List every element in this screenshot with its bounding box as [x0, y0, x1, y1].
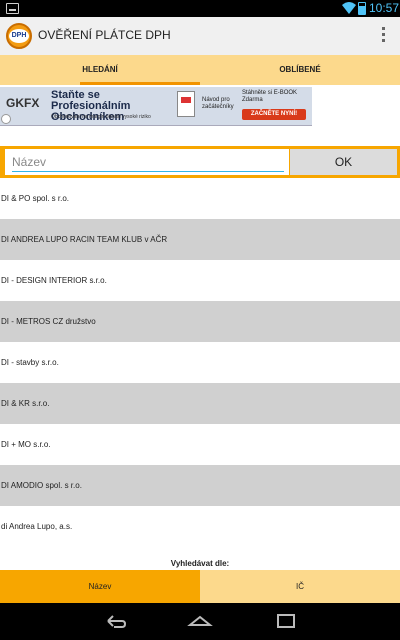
ad-spacer — [312, 87, 400, 126]
list-item[interactable]: DI & KR s.r.o. — [0, 383, 400, 424]
recent-apps-icon[interactable] — [274, 611, 300, 631]
tab-indicator — [80, 82, 200, 85]
list-item[interactable]: DI & PO spol. s r.o. — [0, 178, 400, 219]
app-title: OVĚŘENÍ PLÁTCE DPH — [38, 28, 171, 42]
status-bar: 10:57 — [0, 0, 400, 17]
battery-icon — [358, 2, 366, 15]
list-item[interactable]: DI - stavby s.r.o. — [0, 342, 400, 383]
home-icon[interactable] — [187, 611, 213, 631]
tab-favorites[interactable]: OBLÍBENÉ — [200, 55, 400, 85]
ad-info-icon[interactable] — [1, 114, 11, 124]
search-bar: OK — [0, 146, 400, 178]
search-input[interactable] — [12, 152, 284, 172]
ad-logo: GKFX — [6, 96, 40, 110]
ad-cta-button[interactable]: ZAČNĚTE NYNÍ! — [242, 109, 306, 120]
list-item[interactable]: DI ANDREA LUPO RACIN TEAM KLUB v AČR — [0, 219, 400, 260]
action-bar: DPH OVĚŘENÍ PLÁTCE DPH — [0, 17, 400, 55]
search-by-tabs: Název IČ — [0, 570, 400, 603]
search-by-name-tab[interactable]: Název — [0, 570, 200, 603]
app-logo-text: DPH — [9, 29, 29, 43]
ad-subtext: Obchodování na margin obnáší vysoké rizi… — [51, 114, 151, 120]
tab-search[interactable]: HLEDÁNÍ — [0, 55, 200, 85]
overflow-menu-icon[interactable] — [382, 27, 386, 45]
results-list[interactable]: DI & PO spol. s r.o. DI ANDREA LUPO RACI… — [0, 178, 400, 558]
list-item[interactable]: DI + MO s.r.o. — [0, 424, 400, 465]
ad-guide-text: Návod pro začátečníky — [202, 97, 234, 110]
wifi-icon — [342, 2, 356, 14]
ad-download-text: Stáhněte si E-BOOK Zdarma — [242, 90, 298, 103]
ok-button[interactable]: OK — [290, 149, 397, 175]
list-item[interactable]: DI AMODIO spol. s r.o. — [0, 465, 400, 506]
search-by-label: Vyhledávat dle: — [0, 558, 400, 570]
back-icon[interactable] — [102, 611, 128, 631]
list-item[interactable]: di Andrea Lupo, a.s. — [0, 506, 400, 547]
app-logo: DPH — [6, 23, 32, 49]
search-box — [5, 149, 289, 175]
clock: 10:57 — [369, 1, 400, 15]
notification-icon — [6, 3, 19, 14]
ebook-icon — [177, 91, 195, 117]
search-by-ic-tab[interactable]: IČ — [200, 570, 400, 603]
list-item[interactable]: DI - METROS CZ družstvo — [0, 301, 400, 342]
ad-banner[interactable]: GKFX Staňte se Profesionálním Obchodníke… — [0, 87, 312, 126]
tab-bar: HLEDÁNÍ OBLÍBENÉ — [0, 55, 400, 85]
list-item[interactable]: DI - DESIGN INTERIOR s.r.o. — [0, 260, 400, 301]
navigation-bar — [0, 603, 400, 640]
